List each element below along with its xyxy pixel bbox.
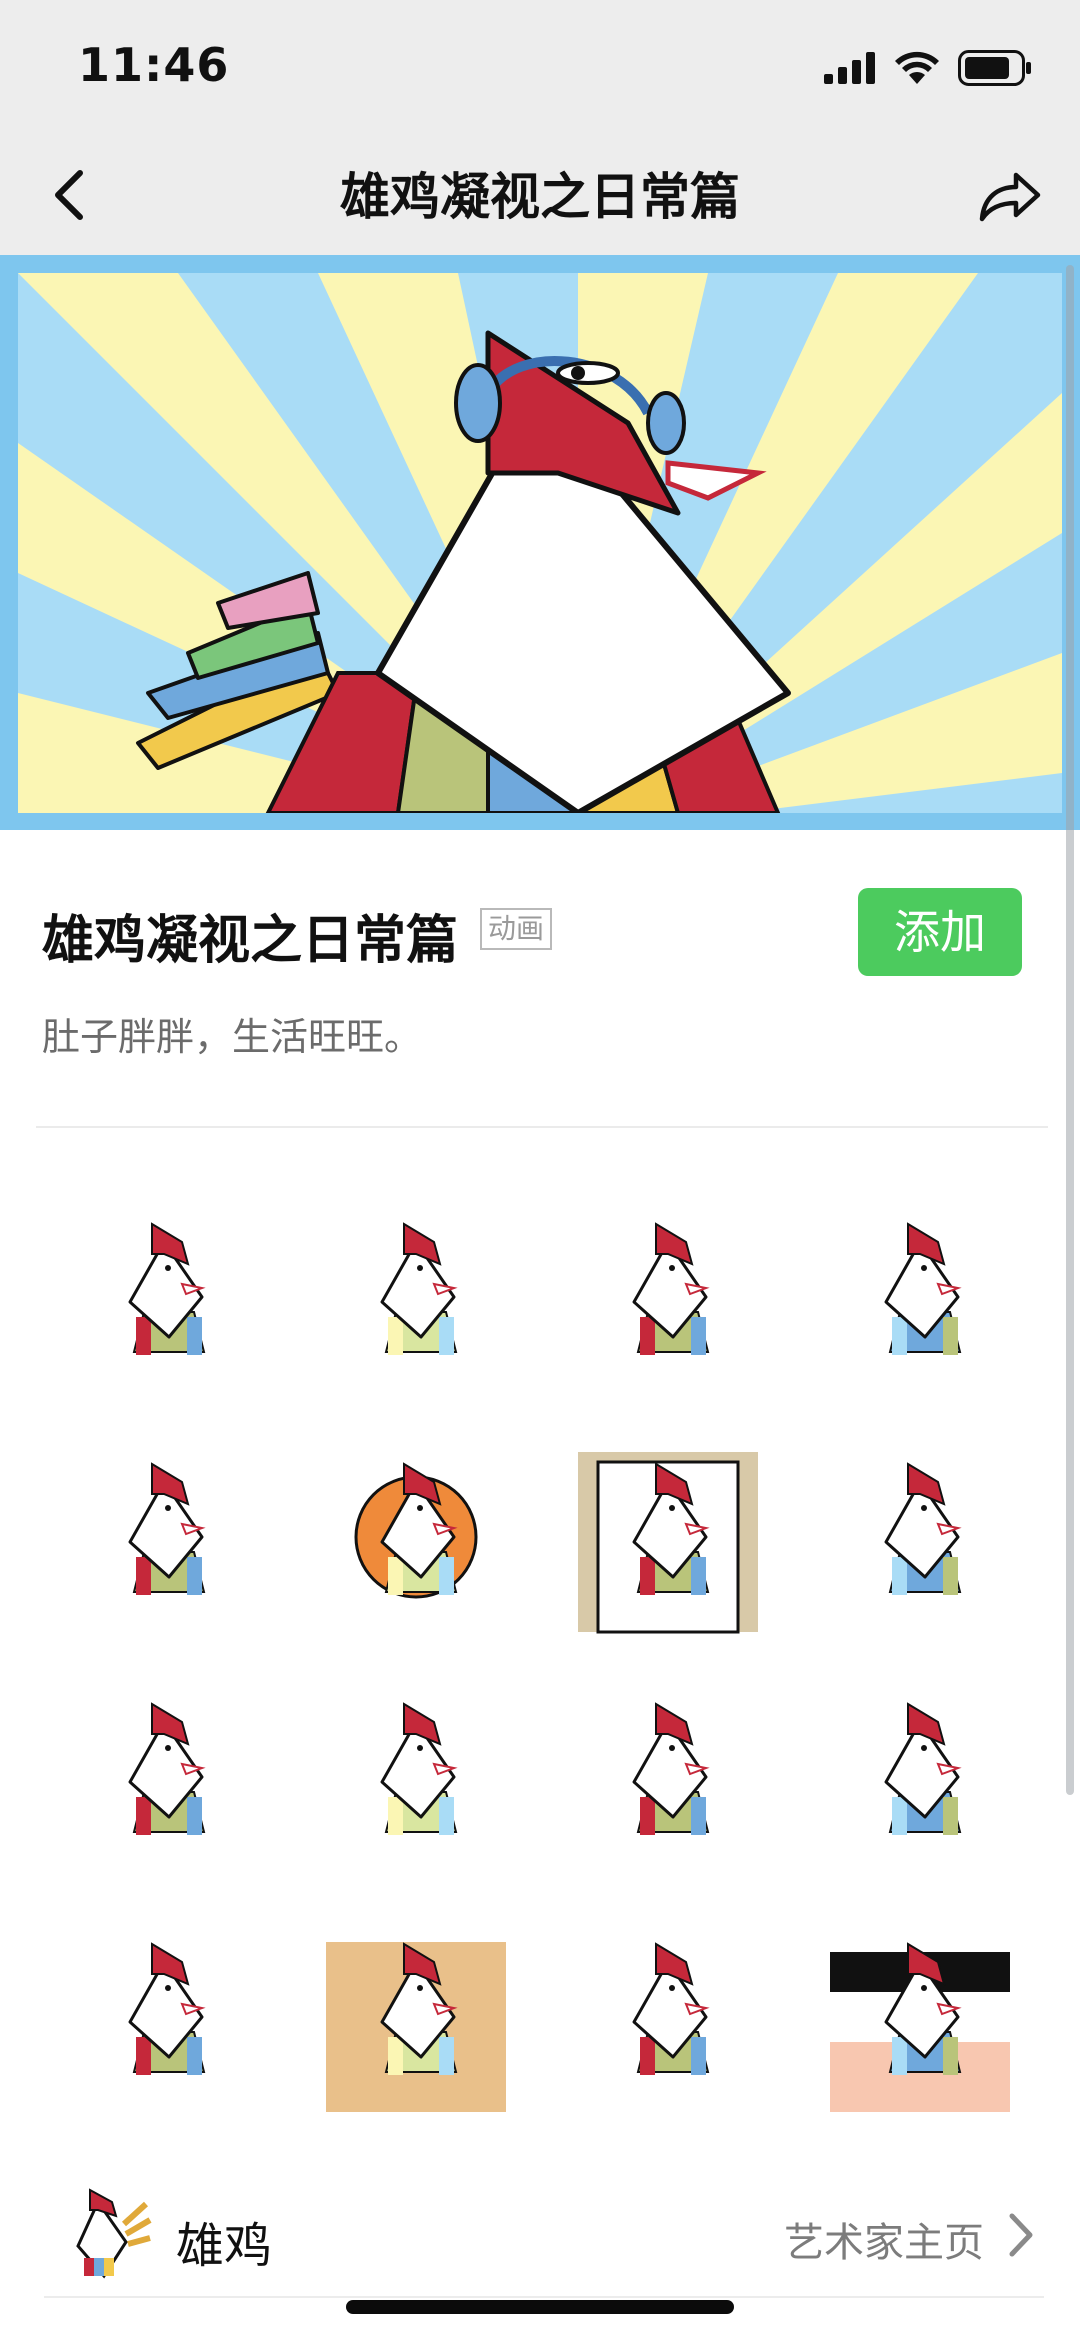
sticker-item[interactable] (546, 1182, 790, 1422)
rooster-sticker-image (632, 1942, 710, 2075)
rooster-sticker-image (884, 1462, 962, 1595)
sticker-item[interactable] (798, 1182, 1042, 1422)
rooster-sticker-image (354, 1462, 478, 1599)
sticker-item[interactable] (42, 1182, 286, 1422)
artist-row[interactable]: 雄鸡 艺术家主页 (0, 2180, 1080, 2300)
rooster-sticker-image (128, 1942, 206, 2075)
animation-tag: 动画 (480, 908, 553, 950)
status-icons (824, 48, 1032, 88)
sticker-item[interactable] (294, 1422, 538, 1662)
rooster-sticker-image (128, 1222, 206, 1355)
sticker-item[interactable] (798, 1902, 1042, 2142)
rooster-sticker-image (884, 1222, 962, 1355)
share-icon[interactable] (974, 161, 1044, 231)
cellular-signal-icon (824, 52, 875, 84)
rooster-sticker-image (380, 1702, 458, 1835)
sticker-item[interactable] (546, 1662, 790, 1902)
sticker-item[interactable] (294, 1902, 538, 2142)
home-indicator[interactable] (346, 2300, 734, 2314)
artist-name: 雄鸡 (176, 2218, 273, 2274)
sticker-item[interactable] (42, 1902, 286, 2142)
rooster-sticker-image (632, 1222, 710, 1355)
scroll-indicator[interactable] (1066, 265, 1074, 1795)
sticker-item[interactable] (294, 1182, 538, 1422)
artist-homepage-link[interactable]: 艺术家主页 (784, 2210, 984, 2268)
nav-bar: 雄鸡凝视之日常篇 (0, 135, 1080, 255)
sticker-item[interactable] (798, 1662, 1042, 1902)
sticker-item[interactable] (42, 1422, 286, 1662)
sticker-item[interactable] (294, 1662, 538, 1902)
chevron-right-icon (1009, 2213, 1033, 2257)
rooster-sticker-image (128, 1462, 206, 1595)
rooster-sticker-image (632, 1702, 710, 1835)
sticker-item[interactable] (42, 1662, 286, 1902)
sticker-title: 雄鸡凝视之日常篇 (42, 911, 459, 971)
wifi-icon (895, 51, 939, 84)
rooster-banner-illustration (18, 273, 1062, 813)
sticker-grid (42, 1182, 1042, 2140)
sticker-banner (0, 255, 1080, 830)
sticker-item[interactable] (546, 1422, 790, 1662)
battery-icon (958, 50, 1031, 86)
rooster-sticker-image (830, 1942, 1010, 2112)
nav-title: 雄鸡凝视之日常篇 (340, 168, 740, 226)
bottom-divider (44, 2296, 1044, 2298)
rooster-sticker-image (380, 1222, 458, 1355)
rooster-sticker-image (128, 1702, 206, 1835)
add-button[interactable]: 添加 (858, 888, 1022, 976)
sticker-item[interactable] (798, 1422, 1042, 1662)
rooster-sticker-image (578, 1452, 758, 1634)
divider (36, 1126, 1048, 1128)
status-time: 11:46 (78, 38, 230, 92)
artist-avatar (76, 2188, 152, 2279)
rooster-sticker-image (884, 1702, 962, 1835)
sticker-item[interactable] (546, 1902, 790, 2142)
sticker-description: 肚子胖胖，生活旺旺。 (42, 1015, 423, 1059)
rooster-sticker-image (326, 1942, 506, 2112)
status-bar: 11:46 (0, 0, 1080, 135)
